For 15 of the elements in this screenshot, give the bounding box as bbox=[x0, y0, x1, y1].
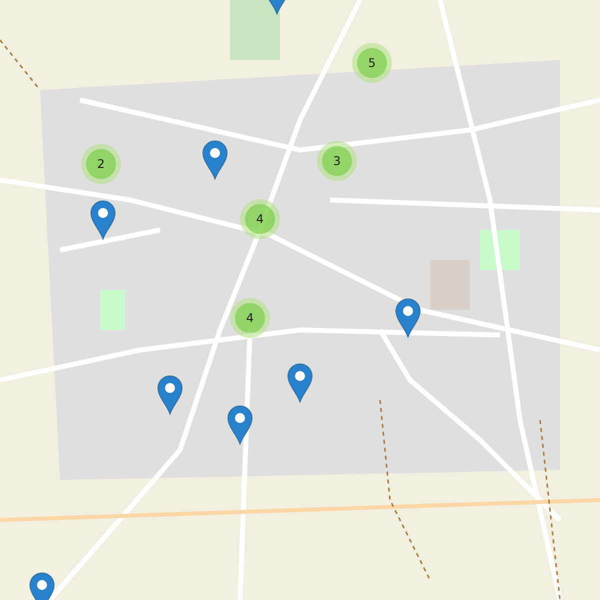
park-area bbox=[230, 0, 280, 60]
marker-cluster[interactable]: 4 bbox=[240, 199, 280, 239]
map-pin-icon[interactable] bbox=[29, 572, 55, 600]
map-pin-icon[interactable] bbox=[157, 375, 183, 415]
map-pin-icon[interactable] bbox=[287, 363, 313, 403]
building-block bbox=[430, 260, 470, 310]
marker-cluster[interactable]: 4 bbox=[230, 298, 270, 338]
map-pin-icon[interactable] bbox=[90, 200, 116, 240]
marker-cluster[interactable]: 2 bbox=[81, 144, 121, 184]
map-pin-icon[interactable] bbox=[202, 140, 228, 180]
map-pin-icon[interactable] bbox=[227, 405, 253, 445]
park-area bbox=[100, 290, 125, 330]
marker-cluster[interactable]: 3 bbox=[317, 141, 357, 181]
marker-cluster[interactable]: 5 bbox=[352, 43, 392, 83]
map-pin-icon[interactable] bbox=[395, 298, 421, 338]
